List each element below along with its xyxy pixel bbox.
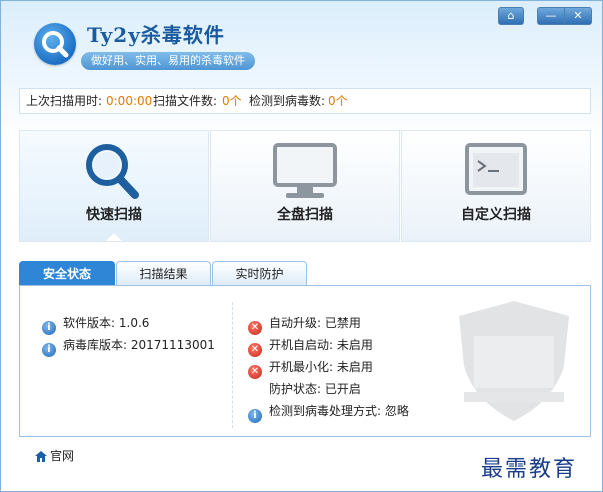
last-scan-label: 上次扫描用时:: [26, 94, 103, 108]
custom-scan-label: 自定义扫描: [461, 207, 531, 223]
full-scan-button[interactable]: 全盘扫描: [210, 130, 400, 242]
quick-scan-label: 快速扫描: [86, 207, 142, 223]
close-button[interactable]: ✕: [564, 7, 592, 25]
shield-computer-icon: [459, 301, 569, 421]
app-title: Ty2y杀毒软件: [87, 23, 225, 47]
files-value: 0个: [222, 94, 242, 108]
virus-db-version-row: i 病毒库版本: 20171113001: [42, 337, 215, 357]
tab-security-status[interactable]: 安全状态: [19, 261, 115, 286]
skin-button[interactable]: ⌂: [498, 7, 524, 25]
home-link[interactable]: 官网: [35, 448, 74, 464]
tab-scan-results[interactable]: 扫描结果: [116, 261, 211, 286]
error-icon: ✕: [248, 321, 262, 335]
info-icon: i: [42, 343, 56, 357]
virus-value: 0个: [328, 94, 348, 108]
tab-realtime-protection[interactable]: 实时防护: [212, 261, 307, 286]
monitor-icon: [273, 143, 337, 198]
virus-action-row: i 检测到病毒处理方式: 忽略: [248, 403, 409, 423]
info-icon: i: [248, 409, 262, 423]
selection-pointer: [106, 233, 122, 241]
protection-status-row: 防护状态: 已开启: [269, 382, 361, 396]
quick-scan-button[interactable]: 快速扫描: [19, 130, 209, 242]
custom-scan-button[interactable]: 自定义扫描: [401, 130, 591, 242]
auto-update-row: ✕ 自动升级: 已禁用: [248, 315, 361, 335]
last-scan-value: 0:00:00: [106, 94, 153, 108]
scan-stats-bar: 上次扫描用时: 0:00:00 扫描文件数: 0个 检测到病毒数: 0个: [19, 88, 591, 114]
panel-divider: [232, 302, 233, 428]
home-label: 官网: [50, 449, 75, 463]
app-logo-icon: [34, 23, 76, 65]
home-icon: [35, 451, 47, 462]
app-subtitle: 做好用、实用、易用的杀毒软件: [81, 52, 255, 70]
watermark-text: 最需教育: [481, 457, 578, 482]
autostart-row: ✕ 开机自启动: 未启用: [248, 337, 373, 357]
app-window: Ty2y杀毒软件 做好用、实用、易用的杀毒软件 ⌂ — ✕ 上次扫描用时: 0:…: [0, 0, 603, 492]
terminal-icon: [465, 143, 527, 195]
error-icon: ✕: [248, 343, 262, 357]
full-scan-label: 全盘扫描: [277, 207, 333, 223]
software-version-row: i 软件版本: 1.0.6: [42, 315, 149, 335]
magnifier-icon: [86, 144, 139, 199]
info-icon: i: [42, 321, 56, 335]
minimize-button[interactable]: —: [537, 7, 565, 25]
files-label: 扫描文件数:: [153, 94, 218, 108]
status-panel: i 软件版本: 1.0.6 i 病毒库版本: 20171113001 ✕ 自动升级: …: [19, 285, 591, 437]
start-minimized-row: ✕ 开机最小化: 未启用: [248, 359, 373, 379]
error-icon: ✕: [248, 365, 262, 379]
virus-label: 检测到病毒数:: [249, 94, 326, 108]
